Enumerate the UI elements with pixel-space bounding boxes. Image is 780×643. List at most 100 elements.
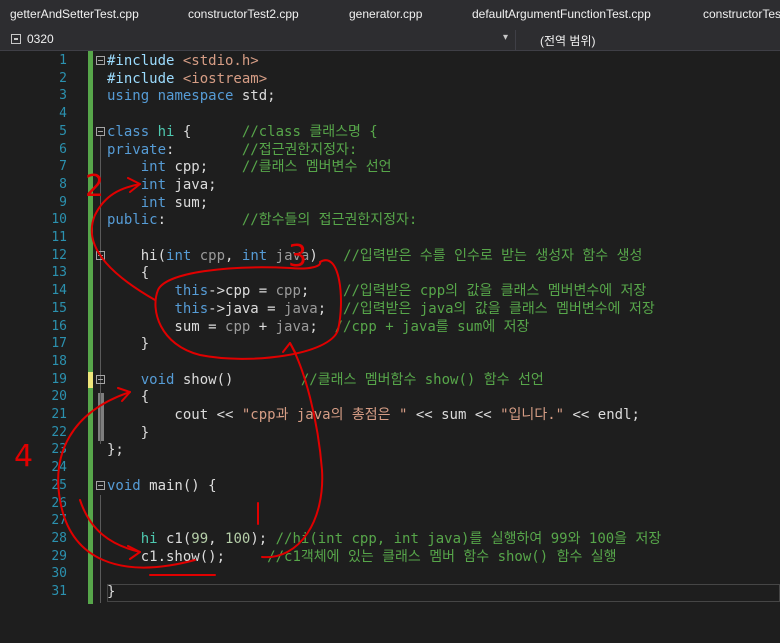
code-token: class: [107, 123, 150, 140]
code-token: int: [241, 247, 268, 264]
code-text: #include <stdio.h>: [107, 52, 259, 70]
code-line-20[interactable]: 20 {: [0, 388, 780, 406]
code-line-28[interactable]: 28 hi c1(99, 100); //hi(int cpp, int jav…: [0, 530, 780, 548]
code-token: //hi(int cpp, int java)를 실행하여 99와 100을 저…: [275, 530, 662, 547]
code-line-6[interactable]: 6 private: //접근권한지정자:: [0, 141, 780, 159]
code-line-24[interactable]: 24: [0, 459, 780, 477]
code-line-15[interactable]: 15 this->java = java; //입력받은 java의 값을 클래…: [0, 300, 780, 318]
code-token: <stdio.h>: [182, 53, 259, 69]
code-token: cout <<: [107, 407, 242, 423]
scope-icon: [11, 34, 21, 44]
code-token: c1.show();: [107, 548, 268, 565]
code-token: cpp: [275, 283, 301, 300]
code-token: java: [275, 247, 310, 264]
code-editor[interactable]: 1 #include <stdio.h> 2 #include <iostream> 3…: [0, 51, 780, 643]
code-token: show(): [174, 371, 301, 388]
code-line-31[interactable]: 31}: [0, 583, 780, 601]
code-text: void show() //클래스 멤버함수 show() 함수 선언: [107, 371, 544, 389]
code-line-10[interactable]: 10 public: //함수들의 접근권한지정자:: [0, 211, 780, 229]
collapse-icon[interactable]: [96, 126, 105, 136]
code-text: class hi { //class 클래스명 {: [107, 123, 378, 141]
code-line-4[interactable]: 4: [0, 105, 780, 123]
code-line-9[interactable]: 9 int sum;: [0, 194, 780, 212]
code-line-21[interactable]: 21 cout << "cpp과 java의 총점은 " << sum << "…: [0, 406, 780, 424]
line-number: 19: [51, 371, 67, 387]
collapse-icon[interactable]: [96, 480, 105, 490]
line-number: 10: [51, 212, 67, 228]
code-line-1[interactable]: 1 #include <stdio.h>: [0, 52, 780, 70]
code-text: }: [107, 583, 115, 601]
line-number: 31: [51, 584, 67, 599]
code-line-8[interactable]: 8 int java;: [0, 176, 780, 194]
code-text: };: [107, 441, 124, 459]
project-scope-dropdown[interactable]: 0320 ▾: [0, 30, 516, 50]
line-number: 29: [51, 548, 67, 564]
code-token: ;: [317, 300, 344, 317]
code-token: //입력받은 수를 인수로 받는 생성자 함수 생성: [343, 247, 643, 264]
global-scope-dropdown[interactable]: (전역 범위): [540, 32, 596, 49]
code-line-7[interactable]: 7 int cpp; //클래스 멤버변수 선언: [0, 158, 780, 176]
tab-getter-and-setter-test[interactable]: getterAndSetterTest.cpp: [10, 7, 139, 21]
code-line-19[interactable]: 19 void show() //클래스 멤버함수 show() 함수 선언: [0, 371, 780, 389]
code-line-13[interactable]: 13 {: [0, 264, 780, 282]
code-line-30[interactable]: 30: [0, 565, 780, 583]
code-text: int cpp; //클래스 멤버변수 선언: [107, 158, 392, 176]
line-number: 18: [51, 353, 67, 369]
code-token: #include: [107, 70, 183, 87]
code-text: sum = cpp + java; //cpp + java를 sum에 저장: [107, 318, 529, 336]
code-line-25[interactable]: 25 void main() {: [0, 477, 780, 495]
collapse-icon[interactable]: [96, 250, 105, 260]
line-number: 23: [51, 442, 67, 458]
code-line-3[interactable]: 3 using namespace std;: [0, 87, 780, 105]
code-token: //함수들의 접근권한지정자:: [241, 212, 418, 229]
tab-bar: getterAndSetterTest.cpp constructorTest2…: [0, 0, 780, 31]
line-number: 8: [59, 176, 67, 192]
code-token: void: [107, 477, 141, 494]
tab-constructor-test[interactable]: constructorTest: [703, 7, 780, 21]
code-token: //입력받은 cpp의 값을 클래스 멤버변수에 저장: [343, 283, 647, 300]
line-number: 26: [51, 495, 67, 511]
code-line-12[interactable]: 12 hi(int cpp, int java) //입력받은 수를 인수로 받…: [0, 247, 780, 265]
code-token: ): [309, 247, 344, 264]
line-number: 17: [51, 336, 67, 352]
line-number: 9: [59, 194, 67, 210]
tab-generator[interactable]: generator.cpp: [349, 7, 422, 21]
code-token: #include: [107, 53, 183, 69]
code-line-18[interactable]: 18: [0, 353, 780, 371]
code-line-17[interactable]: 17 }: [0, 335, 780, 353]
code-token: ,: [225, 247, 242, 264]
code-token: //입력받은 java의 값을 클래스 멤버변수에 저장: [343, 300, 655, 317]
code-line-26[interactable]: 26: [0, 495, 780, 513]
line-number: 6: [59, 141, 67, 157]
line-number: 15: [51, 300, 67, 316]
code-line-14[interactable]: 14 this->cpp = cpp; //입력받은 cpp의 값을 클래스 멤…: [0, 282, 780, 300]
code-line-23[interactable]: 23};: [0, 441, 780, 459]
code-token: int: [140, 159, 167, 176]
code-line-2[interactable]: 2 #include <iostream>: [0, 70, 780, 88]
code-line-22[interactable]: 22 }: [0, 424, 780, 442]
code-line-16[interactable]: 16 sum = cpp + java; //cpp + java를 sum에 …: [0, 318, 780, 336]
tab-constructor-test2[interactable]: constructorTest2.cpp: [188, 7, 299, 21]
code-line-11[interactable]: 11: [0, 229, 780, 247]
code-text: private: //접근권한지정자:: [107, 141, 357, 159]
collapse-icon[interactable]: [96, 374, 105, 384]
line-number: 21: [51, 407, 67, 422]
code-line-27[interactable]: 27: [0, 512, 780, 530]
code-line-29[interactable]: 29 c1.show(); //c1객체에 있는 클래스 멤버 함수 show(…: [0, 548, 780, 566]
code-token: //클래스 멤버함수 show() 함수 선언: [300, 371, 544, 388]
code-token: int: [140, 194, 167, 211]
code-token: java;: [166, 176, 217, 193]
code-token: {: [174, 123, 242, 140]
code-line-5[interactable]: 5 class hi { //class 클래스명 {: [0, 123, 780, 141]
code-text: void main() {: [107, 477, 217, 495]
collapse-icon[interactable]: [96, 56, 105, 65]
tab-default-argument-function-test[interactable]: defaultArgumentFunctionTest.cpp: [472, 7, 651, 21]
line-number: 12: [51, 247, 67, 263]
code-token: :: [157, 212, 242, 229]
line-number: 14: [51, 283, 67, 299]
line-number: 16: [51, 318, 67, 334]
code-token: namespace: [157, 88, 234, 105]
